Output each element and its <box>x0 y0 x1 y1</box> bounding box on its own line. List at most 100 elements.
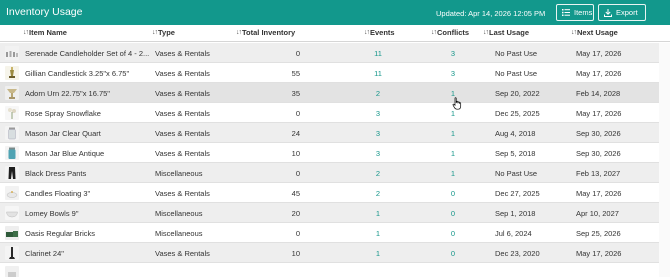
sort-icon: ↓↑ <box>152 29 158 36</box>
column-header-conflicts[interactable]: ↓↑ Conflicts <box>431 28 469 37</box>
item-thumbnail-icon <box>5 246 19 260</box>
events-count[interactable]: 1 <box>370 229 386 238</box>
hand-cursor-icon <box>452 97 462 112</box>
table-row[interactable]: Rose Spray Snowflake Vases & Rentals 0 3 1 De… <box>0 103 670 123</box>
item-name[interactable]: Black Dress Pants <box>25 169 153 178</box>
item-name[interactable]: Serenade Candleholder Set of 4 - 2... <box>25 49 153 58</box>
events-count[interactable]: 3 <box>370 129 386 138</box>
table-header: ↓↑ Item Name ↓↑ Type ↓↑ Total Inventory ↓↑ E… <box>0 25 670 42</box>
item-name[interactable]: Candles Floating 3" <box>25 189 153 198</box>
next-usage: Feb 14, 2028 <box>576 89 621 98</box>
last-usage: Dec 25, 2025 <box>495 109 540 118</box>
next-usage: Sep 30, 2026 <box>576 149 621 158</box>
table-row[interactable]: Lomey Bowls 9" Miscellaneous 20 1 0 Sep 1, 20… <box>0 203 670 223</box>
item-thumbnail-icon <box>5 266 19 277</box>
conflicts-count[interactable]: 0 <box>445 209 461 218</box>
events-count[interactable]: 3 <box>370 149 386 158</box>
item-thumbnail-icon <box>5 106 19 120</box>
items-button-label: Items <box>574 8 593 17</box>
next-usage: Apr 10, 2027 <box>576 209 619 218</box>
export-button[interactable]: Export <box>598 4 646 21</box>
item-type: Vases & Rentals <box>155 109 210 118</box>
item-name[interactable]: Mason Jar Blue Antique <box>25 149 153 158</box>
item-name[interactable]: Rose Spray Snowflake <box>25 109 153 118</box>
sort-icon: ↓↑ <box>23 29 29 36</box>
events-count[interactable]: 1 <box>370 249 386 258</box>
item-type: Vases & Rentals <box>155 89 210 98</box>
item-name[interactable]: Lomey Bowls 9" <box>25 209 153 218</box>
conflicts-count[interactable]: 1 <box>445 149 461 158</box>
conflicts-count[interactable]: 0 <box>445 229 461 238</box>
sort-icon: ↓↑ <box>364 29 370 36</box>
events-count[interactable]: 3 <box>370 109 386 118</box>
item-name[interactable]: Adorn Urn 22.75"x 16.75" <box>25 89 153 98</box>
items-button[interactable]: Items <box>556 4 594 21</box>
table-row[interactable]: Gillian Candlestick 3.25"x 6.75" Vases & … <box>0 63 670 83</box>
item-thumbnail-icon <box>5 206 19 220</box>
last-usage: Aug 4, 2018 <box>495 129 536 138</box>
last-usage: Jul 6, 2024 <box>495 229 532 238</box>
column-header-total-inventory[interactable]: ↓↑ Total Inventory <box>236 28 295 37</box>
next-usage: Sep 25, 2026 <box>576 229 621 238</box>
table-row[interactable] <box>0 263 670 277</box>
scrollbar-track[interactable] <box>659 43 670 277</box>
conflicts-count[interactable]: 1 <box>445 129 461 138</box>
next-usage: May 17, 2026 <box>576 249 622 258</box>
item-thumbnail-icon <box>5 66 19 80</box>
total-inventory: 0 <box>295 49 300 58</box>
table-row[interactable]: Candles Floating 3" Vases & Rentals 45 2 0 De… <box>0 183 670 203</box>
table-row[interactable]: Adorn Urn 22.75"x 16.75" Vases & Rentals 3… <box>0 83 670 103</box>
events-count[interactable]: 1 <box>370 209 386 218</box>
events-count[interactable]: 11 <box>370 49 386 58</box>
next-usage: May 17, 2026 <box>576 69 622 78</box>
item-type: Vases & Rentals <box>155 129 210 138</box>
events-count[interactable]: 11 <box>370 69 386 78</box>
next-usage: Sep 30, 2026 <box>576 129 621 138</box>
last-usage: Sep 5, 2018 <box>495 149 536 158</box>
sort-icon: ↓↑ <box>236 29 242 36</box>
conflicts-count[interactable]: 3 <box>445 49 461 58</box>
header-bar: Inventory Usage Updated: Apr 14, 2026 12… <box>0 0 670 25</box>
last-usage: Sep 20, 2022 <box>495 89 540 98</box>
conflicts-count[interactable]: 1 <box>445 169 461 178</box>
item-name[interactable]: Clarinet 24" <box>25 249 153 258</box>
events-count[interactable]: 2 <box>370 189 386 198</box>
conflicts-count[interactable]: 0 <box>445 249 461 258</box>
item-type: Vases & Rentals <box>155 69 210 78</box>
column-header-type[interactable]: ↓↑ Type <box>152 28 175 37</box>
table-row[interactable]: Serenade Candleholder Set of 4 - 2... Vas… <box>0 43 670 63</box>
item-thumbnail-icon <box>5 126 19 140</box>
item-type: Miscellaneous <box>155 169 203 178</box>
sort-icon: ↓↑ <box>571 29 577 36</box>
events-count[interactable]: 2 <box>370 169 386 178</box>
total-inventory: 0 <box>295 229 300 238</box>
table-row[interactable]: Mason Jar Clear Quart Vases & Rentals 24 3 1… <box>0 123 670 143</box>
item-name[interactable]: Gillian Candlestick 3.25"x 6.75" <box>25 69 153 78</box>
conflicts-count[interactable]: 3 <box>445 69 461 78</box>
item-type: Vases & Rentals <box>155 189 210 198</box>
item-thumbnail-icon <box>5 146 19 160</box>
item-thumbnail-icon <box>5 46 19 60</box>
last-usage: No Past Use <box>495 49 538 58</box>
table-row[interactable]: Clarinet 24" Vases & Rentals 10 1 0 Dec 23, 2… <box>0 243 670 263</box>
table-row[interactable]: Oasis Regular Bricks Miscellaneous 0 1 0 Jul … <box>0 223 670 243</box>
total-inventory: 0 <box>295 109 300 118</box>
table-row[interactable]: Black Dress Pants Miscellaneous 0 2 1 No Past… <box>0 163 670 183</box>
last-usage: Dec 27, 2025 <box>495 189 540 198</box>
column-header-item-name[interactable]: ↓↑ Item Name <box>23 28 67 37</box>
item-name[interactable]: Mason Jar Clear Quart <box>25 129 153 138</box>
item-thumbnail-icon <box>5 186 19 200</box>
column-header-events[interactable]: ↓↑ Events <box>364 28 395 37</box>
item-type: Vases & Rentals <box>155 49 210 58</box>
column-header-last-usage[interactable]: ↓↑ Last Usage <box>483 28 529 37</box>
total-inventory: 20 <box>291 209 300 218</box>
table-row[interactable]: Mason Jar Blue Antique Vases & Rentals 10 3… <box>0 143 670 163</box>
total-inventory: 24 <box>291 129 300 138</box>
conflicts-count[interactable]: 0 <box>445 189 461 198</box>
item-name[interactable]: Oasis Regular Bricks <box>25 229 153 238</box>
events-count[interactable]: 2 <box>370 89 386 98</box>
next-usage: May 17, 2026 <box>576 49 622 58</box>
column-header-next-usage[interactable]: ↓↑ Next Usage <box>571 28 618 37</box>
item-thumbnail-icon <box>5 166 19 180</box>
total-inventory: 35 <box>291 89 300 98</box>
